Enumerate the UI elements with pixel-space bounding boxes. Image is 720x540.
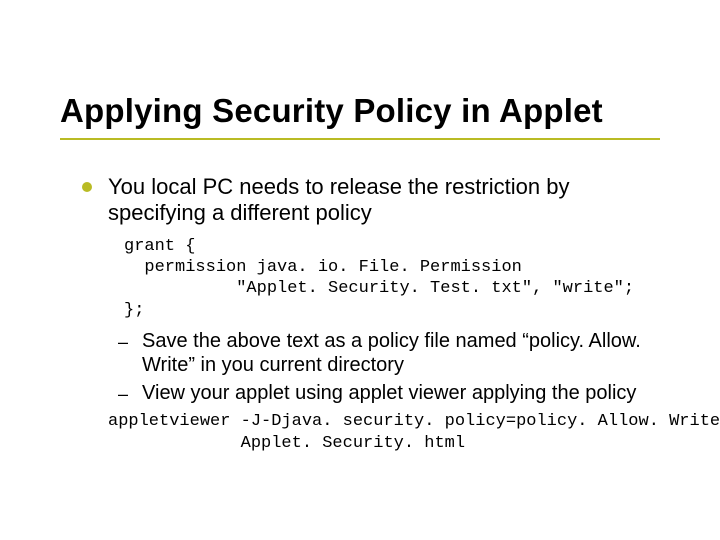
slide-content: You local PC needs to release the restri… — [82, 174, 662, 454]
slide: Applying Security Policy in Applet You l… — [0, 0, 720, 540]
slide-title: Applying Security Policy in Applet — [60, 92, 603, 130]
sub-bullet-text: View your applet using applet viewer app… — [142, 381, 636, 405]
sub-bullet-list: – Save the above text as a policy file n… — [118, 329, 662, 406]
sub-bullet-item: – View your applet using applet viewer a… — [118, 381, 662, 406]
code-block-grant: grant { permission java. io. File. Permi… — [124, 236, 662, 321]
sub-bullet-item: – Save the above text as a policy file n… — [118, 329, 662, 377]
title-underline — [60, 138, 660, 140]
dash-icon: – — [118, 331, 128, 354]
code-block-appletviewer: appletviewer -J-Djava. security. policy=… — [108, 411, 662, 454]
sub-bullet-text: Save the above text as a policy file nam… — [142, 329, 662, 377]
bullet-text: You local PC needs to release the restri… — [108, 174, 662, 226]
bullet-disc-icon — [82, 182, 92, 192]
bullet-item: You local PC needs to release the restri… — [82, 174, 662, 226]
dash-icon: – — [118, 383, 128, 406]
